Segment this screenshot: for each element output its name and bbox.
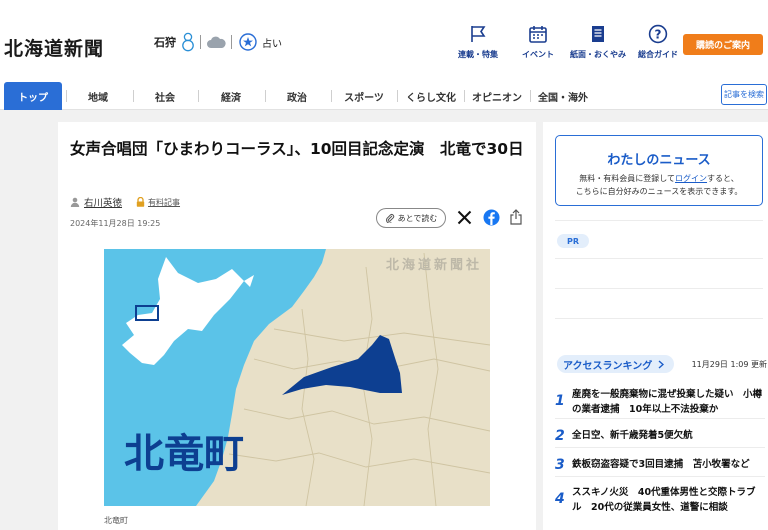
tab-divider [198,90,199,102]
article-card: 女声合唱団「ひまわりコーラス」、10回目記念定演 北竜で30日 右川英徳 有料記… [58,122,536,530]
my-news-text: こちらに自分好みのニュースを表示できます。 [575,187,743,196]
ranking-number: 3 [555,457,565,473]
ranking-number: 4 [555,491,565,507]
nav-guide-label: 総合ガイド [638,50,678,59]
sidebar: わたしのニュース 無料・有料会員に登録してログインすると、 こちらに自分好みのニ… [543,122,768,530]
weather-separator [231,35,232,49]
header-nav: 連載・特集 イベント 紙面・おくやみ ? 総合ガイド [448,24,688,60]
weather-widget[interactable]: 石狩 [154,32,232,52]
ranking-item[interactable]: 2 全日空、新千歳発着5便欠航 [555,428,765,448]
category-bar: トップ 地域 社会 経済 政治 スポーツ くらし文化 オピニオン 全国・海外 [0,80,768,110]
tab-politics[interactable]: 政治 [267,82,327,110]
ranking-updated: 11月29日 1:09 更新 [691,360,767,369]
flag-icon [471,26,486,42]
share-button[interactable] [507,208,525,226]
share-facebook-button[interactable] [482,208,500,226]
tab-sports[interactable]: スポーツ [334,82,394,110]
fortune-link[interactable]: 占い [238,32,282,52]
chevron-right-icon [658,359,665,369]
map-town-label: 北竜町 [124,431,244,477]
tab-local[interactable]: 地域 [68,82,128,110]
tab-divider [397,90,398,102]
nav-guide[interactable]: ? 総合ガイド [628,24,688,60]
nav-series[interactable]: 連載・特集 [448,24,508,60]
pr-badge: PR [557,234,589,248]
byline: 右川英徳 有料記事 [70,195,180,209]
share-icon [510,209,522,225]
hokkaido-map: 北海道新聞社 北竜町 [104,249,491,507]
site-logo[interactable]: 北海道新聞 [4,34,104,61]
ranking-title-link[interactable]: アクセスランキング [557,355,675,373]
globe-star-icon [239,33,257,51]
divider [555,318,763,319]
divider [555,258,763,259]
ranking-headline: 全日空、新千歳発着5便欠航 [572,430,693,441]
subscribe-button[interactable]: 購読のご案内 [683,34,763,55]
paperclip-icon [385,214,394,223]
ranking-headline: 鉄板窃盗容疑で3回目逮捕 苫小牧署など [572,459,750,470]
tab-divider [464,90,465,102]
my-news-title: わたしのニュース [607,153,711,168]
tab-divider [133,90,134,102]
snowman-icon [182,32,194,52]
article-map-image: 北海道新聞社 北竜町 [104,249,491,507]
calendar-icon [529,26,547,43]
ranking-headline: ススキノ火災 40代重体男性と交際トラブル 20代の従業員女性、道警に相談 [572,487,756,513]
newspaper-icon [592,26,604,42]
nav-series-label: 連載・特集 [458,50,498,59]
tab-divider [66,90,67,102]
svg-text:?: ? [655,28,662,42]
x-logo-icon [457,210,471,224]
map-watermark: 北海道新聞社 [386,257,482,273]
divider [555,288,763,289]
tab-opinion[interactable]: オピニオン [466,82,528,110]
ranking-header: アクセスランキング 11月29日 1:09 更新 [555,355,767,373]
tab-divider [265,90,266,102]
nav-events[interactable]: イベント [508,24,568,60]
weather-separator [200,35,201,49]
tab-top[interactable]: トップ [4,82,62,110]
tab-economy[interactable]: 経済 [201,82,261,110]
tab-society[interactable]: 社会 [135,82,195,110]
fortune-label: 占い [262,38,282,50]
ranking-number: 1 [555,393,565,409]
ranking-title: アクセスランキング [563,360,653,372]
tab-divider [530,90,531,102]
nav-paper[interactable]: 紙面・おくやみ [568,24,628,60]
ranking-item[interactable]: 4 ススキノ火災 40代重体男性と交際トラブル 20代の従業員女性、道警に相談 [555,485,765,521]
tab-lifestyle[interactable]: くらし文化 [400,82,462,110]
tab-divider [331,90,332,102]
share-x-button[interactable] [455,208,473,226]
article-title: 女声合唱団「ひまわりコーラス」、10回目記念定演 北竜で30日 [70,140,524,158]
facebook-icon [483,209,499,225]
my-news-box: わたしのニュース 無料・有料会員に登録してログインすると、 こちらに自分好みのニ… [555,135,763,206]
my-news-text: 無料・有料会員に登録して [579,174,676,183]
paid-article-link[interactable]: 有料記事 [148,197,180,208]
read-later-label: あとで読む [397,213,438,223]
login-link[interactable]: ログイン [675,174,707,183]
ranking-number: 2 [555,428,565,444]
ranking-item[interactable]: 3 鉄板窃盗容疑で3回目逮捕 苫小牧署など [555,457,765,477]
nav-paper-label: 紙面・おくやみ [570,50,626,59]
ranking-headline: 産廃を一般廃棄物に混ぜ投棄した疑い 小樽の業者逮捕 10年以上不法投棄か [572,389,763,415]
my-news-description: 無料・有料会員に登録してログインすると、 こちらに自分好みのニュースを表示できま… [556,172,762,198]
image-caption: 北竜町 [104,516,128,525]
cloud-icon [207,36,226,48]
publish-date: 2024年11月28日 19:25 [70,219,161,228]
site-header: 北海道新聞 石狩 占い 連載・特集 イベント 紙面・おくやみ ? 総合ガイド 購… [0,0,768,80]
my-news-text: すると、 [707,174,739,183]
divider [555,220,763,221]
person-icon [70,197,80,207]
read-later-button[interactable]: あとで読む [376,208,446,228]
author-link[interactable]: 右川英徳 [84,195,122,209]
nav-events-label: イベント [522,50,554,59]
help-circle-icon: ? [648,24,668,44]
weather-city: 石狩 [154,36,176,49]
article-search-button[interactable]: 記事を検索 [721,84,767,105]
ranking-item[interactable]: 1 産廃を一般廃棄物に混ぜ投棄した疑い 小樽の業者逮捕 10年以上不法投棄か [555,387,765,419]
lock-icon [136,197,145,207]
tab-national[interactable]: 全国・海外 [532,82,594,110]
